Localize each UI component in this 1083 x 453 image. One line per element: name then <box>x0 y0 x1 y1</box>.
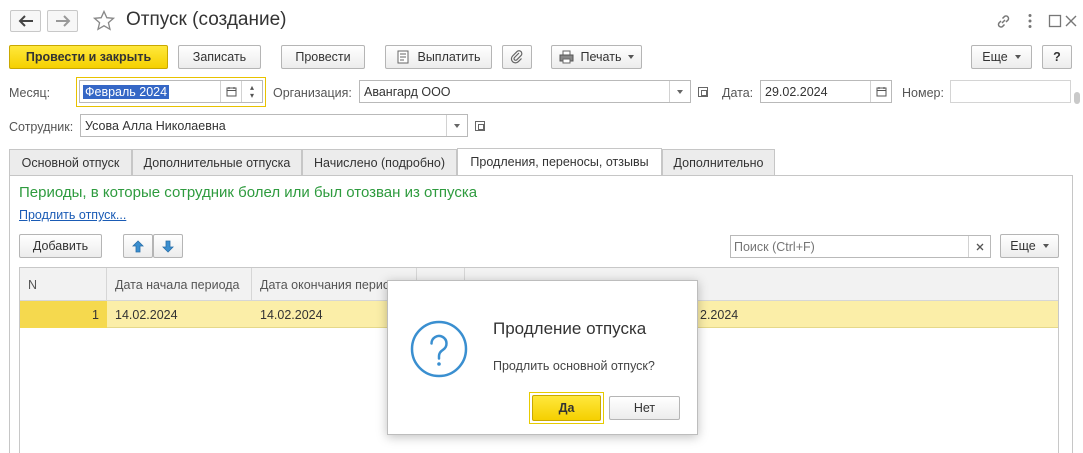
more-menu-button[interactable] <box>1020 11 1040 31</box>
month-label: Месяц: <box>9 86 51 100</box>
tab-extensions-transfers[interactable]: Продления, переносы, отзывы <box>457 148 662 175</box>
more-button[interactable]: Еще <box>971 45 1032 69</box>
link-button[interactable] <box>993 11 1013 31</box>
cell-start-date: 14.02.2024 <box>115 307 178 322</box>
month-field[interactable]: Февраль 2024 ▴ ▾ <box>79 80 263 103</box>
vertical-scrollbar[interactable] <box>1073 82 1082 453</box>
post-and-close-button[interactable]: Провести и закрыть <box>9 45 168 69</box>
calendar-icon <box>876 87 886 97</box>
chevron-down-icon <box>454 123 460 128</box>
number-label: Номер: <box>902 86 944 100</box>
cell-extra: 2.2024 <box>700 307 739 322</box>
calendar-icon <box>226 87 236 97</box>
tab-accrued-detailed[interactable]: Начислено (подробно) <box>302 149 457 175</box>
spin-down-icon: ▾ <box>249 90 254 100</box>
tab-additional-vacations[interactable]: Дополнительные отпуска <box>132 149 302 175</box>
search-clear-button[interactable] <box>968 236 990 257</box>
organization-field[interactable]: Авангард ООО <box>359 80 691 103</box>
yes-button[interactable]: Да <box>532 395 601 421</box>
arrow-down-icon <box>162 240 174 253</box>
open-icon <box>698 86 708 97</box>
employee-value: Усова Алла Николаевна <box>85 118 226 133</box>
panel-more-button[interactable]: Еще <box>1000 234 1059 258</box>
forward-button[interactable] <box>47 10 78 32</box>
organization-dropdown[interactable] <box>669 81 690 102</box>
no-button[interactable]: Нет <box>609 396 680 420</box>
date-calendar-button[interactable] <box>870 81 891 102</box>
panel-heading: Периоды, в которые сотрудник болел или б… <box>19 184 478 201</box>
organization-open-button[interactable] <box>693 80 713 103</box>
arrow-left-icon <box>18 15 33 27</box>
maximize-icon <box>1048 14 1062 28</box>
employee-label: Сотрудник: <box>9 120 74 134</box>
link-icon <box>997 14 1009 28</box>
favorite-star-button[interactable] <box>92 9 116 33</box>
date-value: 29.02.2024 <box>765 84 828 99</box>
save-button[interactable]: Записать <box>178 45 261 69</box>
calendar-button[interactable] <box>220 81 241 102</box>
attach-button[interactable] <box>502 45 532 69</box>
date-field[interactable]: 29.02.2024 <box>760 80 892 103</box>
chevron-down-icon <box>1014 55 1021 59</box>
extend-vacation-dialog: Продление отпуска Продлить основной отпу… <box>387 280 698 435</box>
print-button[interactable]: Печать <box>551 45 642 69</box>
extend-vacation-link[interactable]: Продлить отпуск... <box>19 208 126 222</box>
employee-open-button[interactable] <box>470 114 490 137</box>
organization-value: Авангард ООО <box>364 84 451 99</box>
pay-label: Выплатить <box>417 50 481 64</box>
panel-more-label: Еще <box>1010 239 1036 253</box>
yes-button-focus: Да <box>529 392 604 424</box>
cell-n: 1 <box>20 301 107 328</box>
more-vertical-icon <box>1028 14 1032 28</box>
open-icon <box>475 120 485 131</box>
column-header-n[interactable]: N <box>20 268 107 301</box>
chevron-down-icon <box>1042 244 1049 248</box>
move-up-button[interactable] <box>123 234 153 258</box>
close-icon <box>1065 15 1077 27</box>
move-down-button[interactable] <box>153 234 183 258</box>
star-icon <box>92 9 116 31</box>
dialog-message: Продлить основной отпуск? <box>493 359 655 373</box>
search-input[interactable] <box>731 236 968 257</box>
month-value: Февраль 2024 <box>83 84 170 99</box>
employee-field[interactable]: Усова Алла Николаевна <box>80 114 468 137</box>
dialog-title: Продление отпуска <box>493 319 647 338</box>
pay-icon <box>396 50 410 64</box>
help-button[interactable]: ? <box>1042 45 1072 69</box>
month-spinner[interactable]: ▴ ▾ <box>241 81 262 102</box>
search-field[interactable] <box>730 235 991 258</box>
date-label: Дата: <box>722 86 754 100</box>
back-button[interactable] <box>10 10 41 32</box>
close-icon <box>976 243 983 250</box>
column-header-start-date[interactable]: Дата начала периода <box>107 268 252 301</box>
employee-dropdown[interactable] <box>446 115 467 136</box>
number-field[interactable] <box>950 80 1071 103</box>
page-title: Отпуск (создание) <box>126 9 287 30</box>
chevron-down-icon <box>628 55 635 59</box>
post-button[interactable]: Провести <box>281 45 365 69</box>
add-button[interactable]: Добавить <box>19 234 102 258</box>
print-label: Печать <box>580 50 622 64</box>
arrow-up-icon <box>132 239 144 252</box>
more-label: Еще <box>982 50 1008 64</box>
organization-label: Организация: <box>273 86 352 100</box>
question-icon <box>410 320 468 378</box>
arrow-right-icon <box>55 15 70 27</box>
chevron-down-icon <box>677 89 683 94</box>
tab-main-vacation[interactable]: Основной отпуск <box>9 149 132 175</box>
paperclip-icon <box>510 50 523 64</box>
printer-icon <box>559 50 574 64</box>
tab-additional[interactable]: Дополнительно <box>662 149 775 175</box>
scrollbar-thumb[interactable] <box>1074 92 1080 104</box>
pay-button[interactable]: Выплатить <box>385 45 492 69</box>
close-button[interactable] <box>1061 11 1081 31</box>
